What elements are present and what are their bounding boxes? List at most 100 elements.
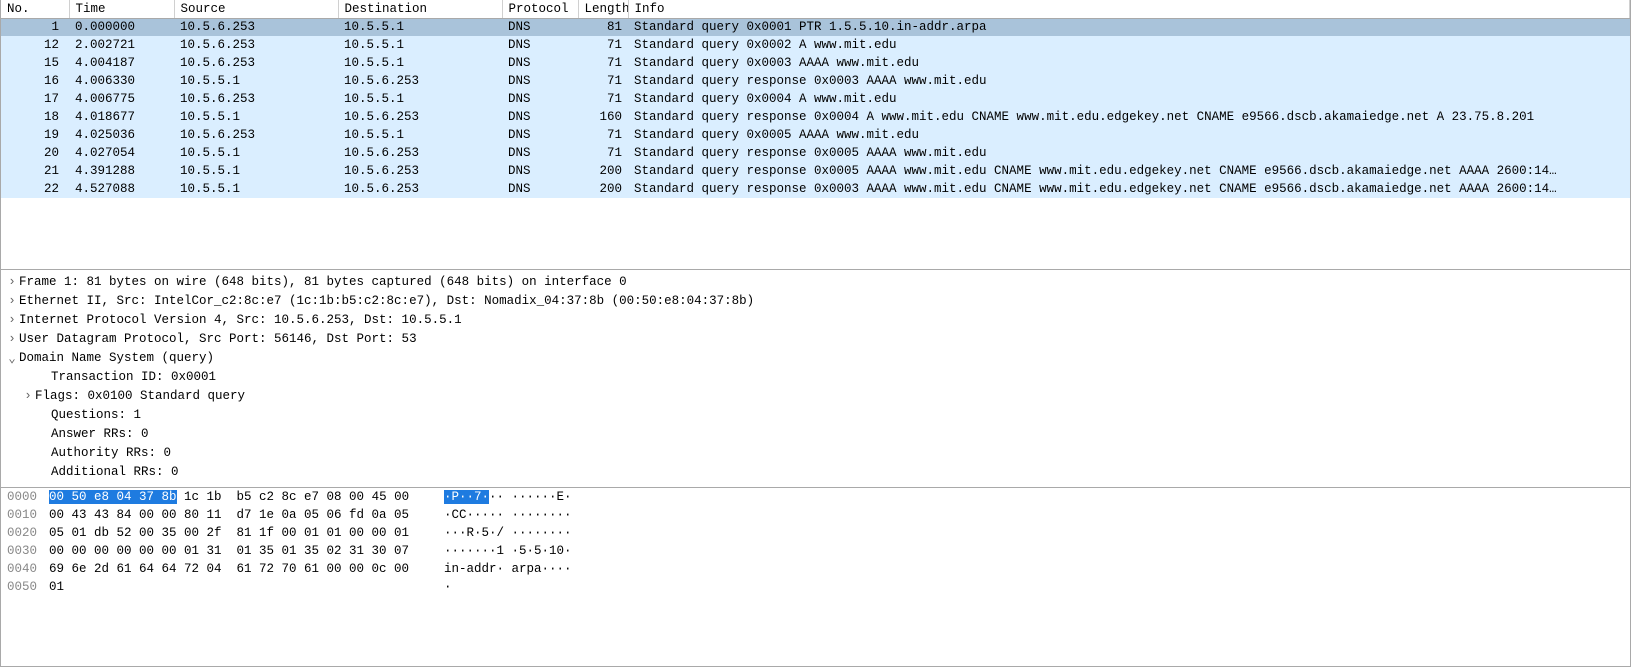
chevron-right-icon[interactable]: ›	[5, 332, 19, 346]
cell-destination: 10.5.6.253	[338, 144, 502, 162]
cell-destination: 10.5.6.253	[338, 72, 502, 90]
chevron-right-icon[interactable]: ›	[5, 313, 19, 327]
cell-time: 0.000000	[69, 18, 174, 36]
detail-text: Questions: 1	[51, 408, 141, 422]
cell-info: Standard query response 0x0003 AAAA www.…	[628, 180, 1630, 198]
col-header-destination[interactable]: Destination	[338, 0, 502, 18]
cell-time: 4.006330	[69, 72, 174, 90]
detail-text: Authority RRs: 0	[51, 446, 171, 460]
cell-time: 2.002721	[69, 36, 174, 54]
detail-line[interactable]: ›Internet Protocol Version 4, Src: 10.5.…	[1, 310, 1630, 329]
cell-info: Standard query response 0x0005 AAAA www.…	[628, 162, 1630, 180]
detail-line[interactable]: ⌄Domain Name System (query)	[1, 348, 1630, 367]
table-row[interactable]: 164.00633010.5.5.110.5.6.253DNS71Standar…	[1, 72, 1630, 90]
detail-line[interactable]: ›Ethernet II, Src: IntelCor_c2:8c:e7 (1c…	[1, 291, 1630, 310]
col-header-source[interactable]: Source	[174, 0, 338, 18]
cell-time: 4.004187	[69, 54, 174, 72]
packet-details-pane[interactable]: ›Frame 1: 81 bytes on wire (648 bits), 8…	[0, 270, 1631, 488]
cell-info: Standard query response 0x0005 AAAA www.…	[628, 144, 1630, 162]
packet-table: No. Time Source Destination Protocol Len…	[1, 0, 1630, 198]
cell-no: 21	[1, 162, 69, 180]
cell-protocol: DNS	[502, 36, 578, 54]
cell-no: 19	[1, 126, 69, 144]
hex-row[interactable]: 001000 43 43 84 00 00 80 11 d7 1e 0a 05 …	[7, 508, 1624, 526]
hex-bytes: 01	[49, 580, 444, 598]
cell-length: 71	[578, 54, 628, 72]
cell-source: 10.5.6.253	[174, 54, 338, 72]
col-header-protocol[interactable]: Protocol	[502, 0, 578, 18]
cell-destination: 10.5.6.253	[338, 108, 502, 126]
hex-row[interactable]: 003000 00 00 00 00 00 01 31 01 35 01 35 …	[7, 544, 1624, 562]
detail-line[interactable]: Transaction ID: 0x0001	[1, 367, 1630, 386]
hex-dump-pane[interactable]: 000000 50 e8 04 37 8b 1c 1b b5 c2 8c e7 …	[0, 488, 1631, 667]
cell-source: 10.5.5.1	[174, 162, 338, 180]
hex-row[interactable]: 004069 6e 2d 61 64 64 72 04 61 72 70 61 …	[7, 562, 1624, 580]
cell-length: 160	[578, 108, 628, 126]
col-header-no[interactable]: No.	[1, 0, 69, 18]
cell-no: 22	[1, 180, 69, 198]
detail-text: Ethernet II, Src: IntelCor_c2:8c:e7 (1c:…	[19, 294, 754, 308]
chevron-right-icon[interactable]: ›	[5, 275, 19, 289]
hex-ascii: ·······1 ·5·5·10·	[444, 544, 572, 562]
hex-offset: 0040	[7, 562, 49, 580]
hex-offset: 0030	[7, 544, 49, 562]
hex-offset: 0000	[7, 490, 49, 508]
detail-text: Domain Name System (query)	[19, 351, 214, 365]
table-row[interactable]: 174.00677510.5.6.25310.5.5.1DNS71Standar…	[1, 90, 1630, 108]
hex-bytes: 00 00 00 00 00 00 01 31 01 35 01 35 02 3…	[49, 544, 444, 562]
hex-offset: 0020	[7, 526, 49, 544]
hex-bytes: 69 6e 2d 61 64 64 72 04 61 72 70 61 00 0…	[49, 562, 444, 580]
table-row[interactable]: 224.52708810.5.5.110.5.6.253DNS200Standa…	[1, 180, 1630, 198]
cell-info: Standard query 0x0004 A www.mit.edu	[628, 90, 1630, 108]
cell-length: 200	[578, 180, 628, 198]
detail-line[interactable]: Authority RRs: 0	[1, 443, 1630, 462]
hex-row[interactable]: 005001·	[7, 580, 1624, 598]
col-header-info[interactable]: Info	[628, 0, 1630, 18]
col-header-length[interactable]: Length	[578, 0, 628, 18]
cell-no: 18	[1, 108, 69, 126]
chevron-down-icon[interactable]: ⌄	[5, 350, 19, 366]
detail-text: Answer RRs: 0	[51, 427, 149, 441]
cell-source: 10.5.5.1	[174, 144, 338, 162]
detail-line[interactable]: Answer RRs: 0	[1, 424, 1630, 443]
table-row[interactable]: 122.00272110.5.6.25310.5.5.1DNS71Standar…	[1, 36, 1630, 54]
cell-source: 10.5.6.253	[174, 90, 338, 108]
detail-line[interactable]: ›User Datagram Protocol, Src Port: 56146…	[1, 329, 1630, 348]
hex-row[interactable]: 002005 01 db 52 00 35 00 2f 81 1f 00 01 …	[7, 526, 1624, 544]
cell-destination: 10.5.6.253	[338, 162, 502, 180]
cell-length: 71	[578, 126, 628, 144]
hex-offset: 0050	[7, 580, 49, 598]
cell-destination: 10.5.5.1	[338, 54, 502, 72]
table-row[interactable]: 154.00418710.5.6.25310.5.5.1DNS71Standar…	[1, 54, 1630, 72]
chevron-right-icon[interactable]: ›	[5, 294, 19, 308]
detail-text: Transaction ID: 0x0001	[51, 370, 216, 384]
cell-no: 16	[1, 72, 69, 90]
table-row[interactable]: 184.01867710.5.5.110.5.6.253DNS160Standa…	[1, 108, 1630, 126]
cell-info: Standard query response 0x0004 A www.mit…	[628, 108, 1630, 126]
chevron-right-icon[interactable]: ›	[21, 389, 35, 403]
cell-destination: 10.5.5.1	[338, 90, 502, 108]
cell-no: 17	[1, 90, 69, 108]
cell-no: 12	[1, 36, 69, 54]
cell-info: Standard query 0x0001 PTR 1.5.5.10.in-ad…	[628, 18, 1630, 36]
table-row[interactable]: 194.02503610.5.6.25310.5.5.1DNS71Standar…	[1, 126, 1630, 144]
detail-line[interactable]: Questions: 1	[1, 405, 1630, 424]
cell-source: 10.5.6.253	[174, 126, 338, 144]
col-header-time[interactable]: Time	[69, 0, 174, 18]
cell-time: 4.018677	[69, 108, 174, 126]
cell-protocol: DNS	[502, 54, 578, 72]
table-row[interactable]: 214.39128810.5.5.110.5.6.253DNS200Standa…	[1, 162, 1630, 180]
hex-row[interactable]: 000000 50 e8 04 37 8b 1c 1b b5 c2 8c e7 …	[7, 490, 1624, 508]
table-row[interactable]: 204.02705410.5.5.110.5.6.253DNS71Standar…	[1, 144, 1630, 162]
detail-line[interactable]: Additional RRs: 0	[1, 462, 1630, 481]
detail-line[interactable]: ›Flags: 0x0100 Standard query	[1, 386, 1630, 405]
table-row[interactable]: 10.00000010.5.6.25310.5.5.1DNS81Standard…	[1, 18, 1630, 36]
detail-line[interactable]: ›Frame 1: 81 bytes on wire (648 bits), 8…	[1, 272, 1630, 291]
hex-ascii: ···R·5·/ ········	[444, 526, 572, 544]
cell-length: 81	[578, 18, 628, 36]
cell-info: Standard query 0x0005 AAAA www.mit.edu	[628, 126, 1630, 144]
cell-length: 71	[578, 144, 628, 162]
detail-text: Flags: 0x0100 Standard query	[35, 389, 245, 403]
packet-header-row[interactable]: No. Time Source Destination Protocol Len…	[1, 0, 1630, 18]
cell-time: 4.027054	[69, 144, 174, 162]
